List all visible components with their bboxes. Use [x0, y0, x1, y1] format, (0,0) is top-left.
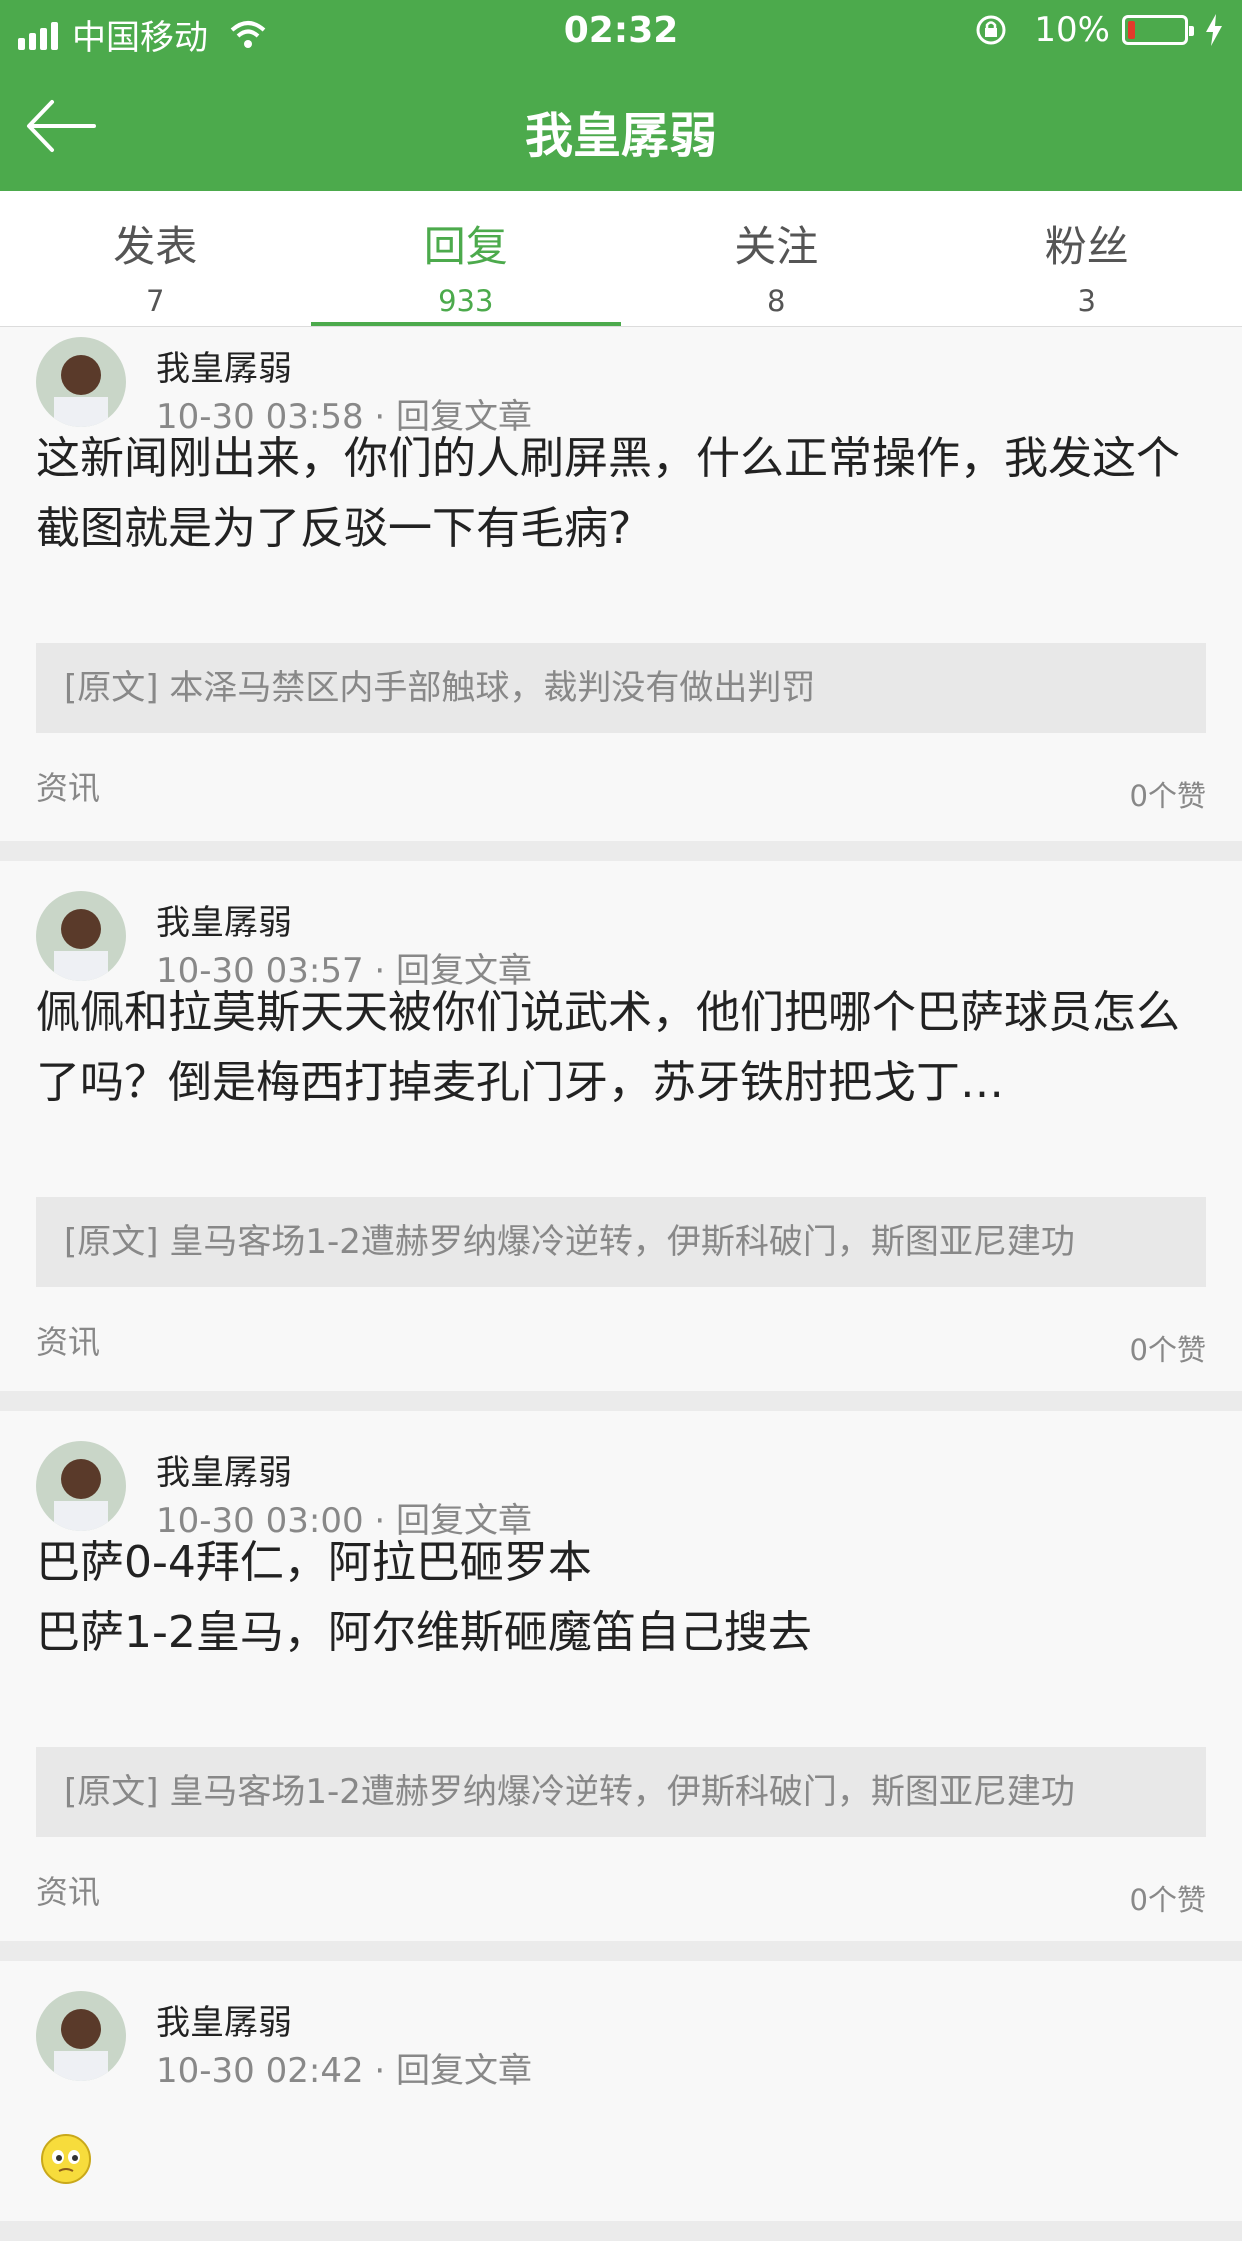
post-action: 回复文章 — [396, 2051, 532, 2091]
category-label[interactable]: 资讯 — [36, 1317, 100, 1363]
avatar[interactable] — [36, 1991, 126, 2081]
tab-count: 8 — [621, 284, 932, 318]
author-name[interactable]: 我皇孱弱 — [156, 341, 292, 390]
like-count[interactable]: 0个赞 — [1130, 1877, 1206, 1919]
tab-label: 关注 — [621, 213, 932, 274]
charging-icon — [1204, 14, 1224, 46]
post-time: 10-30 02:42 — [156, 2051, 364, 2091]
tab-following[interactable]: 关注 8 — [621, 191, 932, 326]
app-header: 中国移动 02:32 10% 我皇孱弱 — [0, 0, 1242, 191]
original-article[interactable]: [原文] 本泽马禁区内手部触球，裁判没有做出判罚 — [36, 643, 1206, 733]
tab-count: 3 — [932, 284, 1242, 318]
reply-card[interactable]: 我皇孱弱 10-30 03:57 · 回复文章 佩佩和拉莫斯天天被你们说武术，他… — [0, 861, 1242, 1391]
tab-count: 933 — [311, 284, 622, 318]
avatar[interactable] — [36, 891, 126, 981]
author-name[interactable]: 我皇孱弱 — [156, 895, 292, 944]
page-title: 我皇孱弱 — [0, 96, 1242, 166]
category-label[interactable]: 资讯 — [36, 763, 100, 809]
tab-label: 粉丝 — [932, 213, 1242, 274]
profile-tabs: 发表 7 回复 933 关注 8 粉丝 3 — [0, 191, 1242, 327]
battery-icon — [1122, 15, 1188, 45]
title-bar: 我皇孱弱 — [0, 62, 1242, 191]
reply-card[interactable]: 我皇孱弱 10-30 03:58 · 回复文章 这新闻刚出来，你们的人刷屏黑，什… — [0, 327, 1242, 841]
reply-card[interactable]: 我皇孱弱 10-30 03:00 · 回复文章 巴萨0-4拜仁，阿拉巴砸罗本 巴… — [0, 1411, 1242, 1941]
tab-replies[interactable]: 回复 933 — [311, 191, 622, 326]
tab-label: 发表 — [0, 213, 311, 274]
tab-posts[interactable]: 发表 7 — [0, 191, 311, 326]
tab-fans[interactable]: 粉丝 3 — [932, 191, 1242, 326]
reply-card[interactable]: 我皇孱弱 10-30 02:42 · 回复文章 — [0, 1961, 1242, 2221]
post-meta: 10-30 02:42 · 回复文章 — [156, 2043, 532, 2092]
reply-list: 我皇孱弱 10-30 03:58 · 回复文章 这新闻刚出来，你们的人刷屏黑，什… — [0, 327, 1242, 2241]
reply-text: 巴萨0-4拜仁，阿拉巴砸罗本 巴萨1-2皇马，阿尔维斯砸魔笛自己搜去 — [36, 1528, 1206, 1668]
author-name[interactable]: 我皇孱弱 — [156, 1995, 292, 2044]
status-bar: 中国移动 02:32 10% — [0, 0, 1242, 62]
emoji-icon — [40, 2133, 92, 2185]
reply-text: 佩佩和拉莫斯天天被你们说武术，他们把哪个巴萨球员怎么了吗？倒是梅西打掉麦孔门牙，… — [36, 978, 1206, 1118]
original-article[interactable]: [原文] 皇马客场1-2遭赫罗纳爆冷逆转，伊斯科破门，斯图亚尼建功 — [36, 1197, 1206, 1287]
original-article[interactable]: [原文] 皇马客场1-2遭赫罗纳爆冷逆转，伊斯科破门，斯图亚尼建功 — [36, 1747, 1206, 1837]
tab-label: 回复 — [311, 213, 622, 274]
like-count[interactable]: 0个赞 — [1130, 1327, 1206, 1369]
avatar[interactable] — [36, 1441, 126, 1531]
reply-text: 这新闻刚出来，你们的人刷屏黑，什么正常操作，我发这个截图就是为了反驳一下有毛病? — [36, 424, 1206, 564]
author-name[interactable]: 我皇孱弱 — [156, 1445, 292, 1494]
avatar[interactable] — [36, 337, 126, 427]
tab-count: 7 — [0, 284, 311, 318]
battery-percent: 10% — [1034, 10, 1110, 50]
like-count[interactable]: 0个赞 — [1130, 773, 1206, 815]
category-label[interactable]: 资讯 — [36, 1867, 100, 1913]
rotation-lock-icon — [974, 13, 1008, 47]
